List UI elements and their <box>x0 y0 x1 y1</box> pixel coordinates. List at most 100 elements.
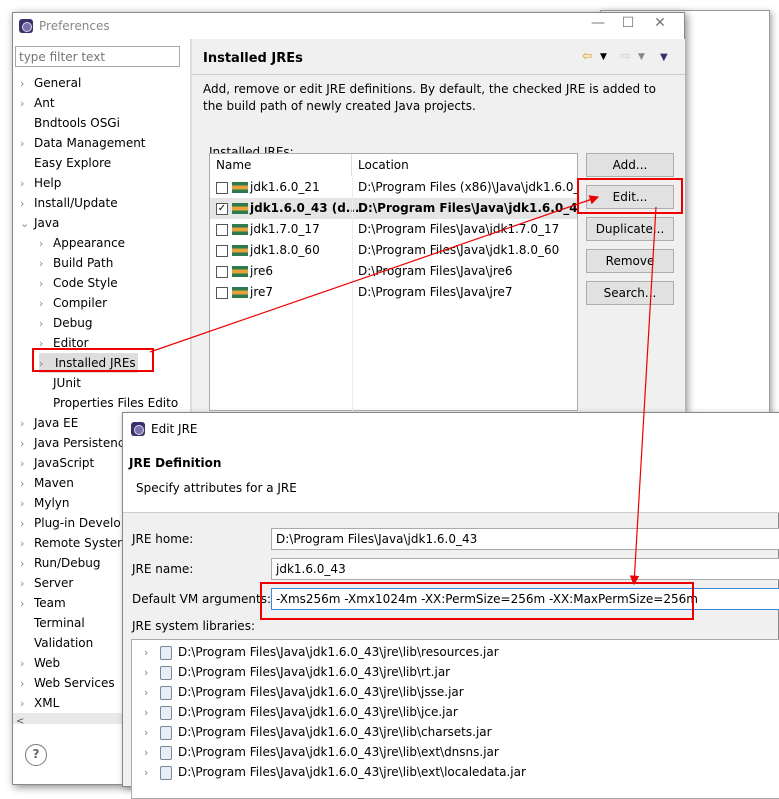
filter-input[interactable] <box>15 46 180 67</box>
column-header-name[interactable]: Name <box>210 154 352 176</box>
chevron-right-icon[interactable]: › <box>20 534 34 554</box>
chevron-right-icon[interactable]: › <box>20 174 34 194</box>
table-row[interactable]: jre7 D:\Program Files\Java\jre7 <box>210 282 577 303</box>
jre-name-input[interactable]: jdk1.6.0_43 <box>271 558 779 580</box>
tree-item[interactable]: › Plug-in Develo <box>20 513 121 533</box>
tree-item[interactable]: › JavaScript <box>20 453 94 473</box>
tree-item[interactable]: › Web Services <box>20 673 115 693</box>
maximize-button[interactable]: ☐ <box>613 15 643 31</box>
library-item[interactable]: › D:\Program Files\Java\jdk1.6.0_43\jre\l… <box>132 742 499 762</box>
table-row[interactable]: jre6 D:\Program Files\Java\jre6 <box>210 261 577 282</box>
chevron-right-icon[interactable]: › <box>20 694 34 714</box>
chevron-right-icon[interactable]: › <box>20 134 34 154</box>
tree-item[interactable]: › Data Management <box>20 133 146 153</box>
chevron-right-icon[interactable]: › <box>39 314 53 334</box>
chevron-right-icon[interactable]: › <box>20 194 34 214</box>
tree-item[interactable]: Terminal <box>20 613 85 633</box>
forward-arrow-icon[interactable]: ⇨ <box>620 49 631 64</box>
row-checkbox[interactable] <box>216 265 228 278</box>
chevron-right-icon[interactable]: › <box>132 683 160 703</box>
row-checkbox[interactable] <box>216 244 228 257</box>
forward-menu-icon[interactable]: ▼ <box>638 52 645 62</box>
tree-item[interactable]: › Ant <box>20 93 55 113</box>
chevron-right-icon[interactable]: › <box>20 434 34 454</box>
tree-item[interactable]: › Code Style <box>39 273 118 293</box>
tree-item[interactable]: › Mylyn <box>20 493 70 513</box>
tree-item[interactable]: ⌄ Java <box>20 213 59 233</box>
chevron-right-icon[interactable]: › <box>132 763 160 783</box>
library-item[interactable]: › D:\Program Files\Java\jdk1.6.0_43\jre\l… <box>132 702 458 722</box>
tree-item[interactable]: Easy Explore <box>20 153 111 173</box>
table-row[interactable]: ✓ jdk1.6.0_43 (d... D:\Program Files\Java\… <box>210 198 577 219</box>
chevron-right-icon[interactable]: › <box>132 703 160 723</box>
row-checkbox[interactable]: ✓ <box>216 202 228 215</box>
tree-item[interactable]: › Java EE <box>20 413 78 433</box>
library-item[interactable]: › D:\Program Files\Java\jdk1.6.0_43\jre\l… <box>132 642 499 662</box>
tree-item[interactable]: › Help <box>20 173 61 193</box>
tree-item[interactable]: JUnit <box>39 373 81 393</box>
add-button[interactable]: Add... <box>586 153 674 177</box>
library-item[interactable]: › D:\Program Files\Java\jdk1.6.0_43\jre\l… <box>132 722 492 742</box>
remove-button[interactable]: Remove <box>586 249 674 273</box>
view-menu-icon[interactable]: ▼ <box>660 52 668 63</box>
tree-item[interactable]: › Debug <box>39 313 92 333</box>
jre-home-input[interactable]: D:\Program Files\Java\jdk1.6.0_43 <box>271 528 779 550</box>
tree-item[interactable]: Bndtools OSGi <box>20 113 120 133</box>
help-icon[interactable]: ? <box>25 744 47 766</box>
chevron-right-icon[interactable]: › <box>132 663 160 683</box>
tree-item[interactable]: › Install/Update <box>20 193 118 213</box>
tree-item[interactable]: › Appearance <box>39 233 125 253</box>
row-checkbox[interactable] <box>216 286 228 299</box>
library-item[interactable]: › D:\Program Files\Java\jdk1.6.0_43\jre\l… <box>132 682 464 702</box>
search-button[interactable]: Search... <box>586 281 674 305</box>
chevron-right-icon[interactable]: › <box>20 674 34 694</box>
tree-item[interactable]: › Server <box>20 573 73 593</box>
tree-item[interactable]: › Build Path <box>39 253 113 273</box>
tree-item[interactable]: › Remote Systen <box>20 533 125 553</box>
back-menu-icon[interactable]: ▼ <box>600 52 607 62</box>
table-row[interactable]: jdk1.7.0_17 D:\Program Files\Java\jdk1.7.… <box>210 219 577 240</box>
chevron-right-icon[interactable]: › <box>20 454 34 474</box>
chevron-right-icon[interactable]: › <box>39 294 53 314</box>
library-item[interactable]: › D:\Program Files\Java\jdk1.6.0_43\jre\l… <box>132 762 526 782</box>
tree-item[interactable]: › XML <box>20 693 59 713</box>
tree-item-label: Team <box>34 596 66 610</box>
table-row[interactable]: jdk1.6.0_21 D:\Program Files (x86)\Java\j… <box>210 177 577 198</box>
tree-item[interactable]: › General <box>20 73 81 93</box>
chevron-right-icon[interactable]: › <box>20 474 34 494</box>
chevron-right-icon[interactable]: › <box>39 274 53 294</box>
chevron-right-icon[interactable]: › <box>20 654 34 674</box>
minimize-button[interactable]: — <box>583 15 613 31</box>
chevron-right-icon[interactable]: › <box>132 743 160 763</box>
tree-item[interactable]: › Web <box>20 653 60 673</box>
chevron-right-icon[interactable]: › <box>20 594 34 614</box>
chevron-right-icon[interactable]: › <box>20 94 34 114</box>
chevron-right-icon[interactable]: › <box>20 414 34 434</box>
chevron-down-icon[interactable]: ⌄ <box>20 214 34 234</box>
duplicate-button[interactable]: Duplicate... <box>586 217 674 241</box>
chevron-right-icon[interactable]: › <box>39 254 53 274</box>
library-item[interactable]: › D:\Program Files\Java\jdk1.6.0_43\jre\l… <box>132 662 450 682</box>
tree-item-label: Code Style <box>53 276 118 290</box>
chevron-right-icon[interactable]: › <box>20 494 34 514</box>
chevron-right-icon[interactable]: › <box>132 643 160 663</box>
chevron-right-icon[interactable]: › <box>132 723 160 743</box>
tree-item[interactable]: › Compiler <box>39 293 107 313</box>
column-header-location[interactable]: Location <box>352 154 577 176</box>
tree-item[interactable]: › Maven <box>20 473 74 493</box>
row-checkbox[interactable] <box>216 181 228 194</box>
chevron-right-icon[interactable]: › <box>20 554 34 574</box>
table-row[interactable]: jdk1.8.0_60 D:\Program Files\Java\jdk1.8.… <box>210 240 577 261</box>
close-button[interactable]: ✕ <box>645 15 675 31</box>
tree-item[interactable]: › Java Persistenc <box>20 433 124 453</box>
tree-item[interactable]: Properties Files Edito <box>39 393 178 413</box>
chevron-right-icon[interactable]: › <box>20 74 34 94</box>
tree-item[interactable]: Validation <box>20 633 93 653</box>
tree-item[interactable]: › Team <box>20 593 66 613</box>
back-arrow-icon[interactable]: ⇦ <box>582 49 593 64</box>
chevron-right-icon[interactable]: › <box>20 574 34 594</box>
chevron-right-icon[interactable]: › <box>39 234 53 254</box>
row-checkbox[interactable] <box>216 223 228 236</box>
tree-item[interactable]: › Run/Debug <box>20 553 101 573</box>
chevron-right-icon[interactable]: › <box>20 514 34 534</box>
